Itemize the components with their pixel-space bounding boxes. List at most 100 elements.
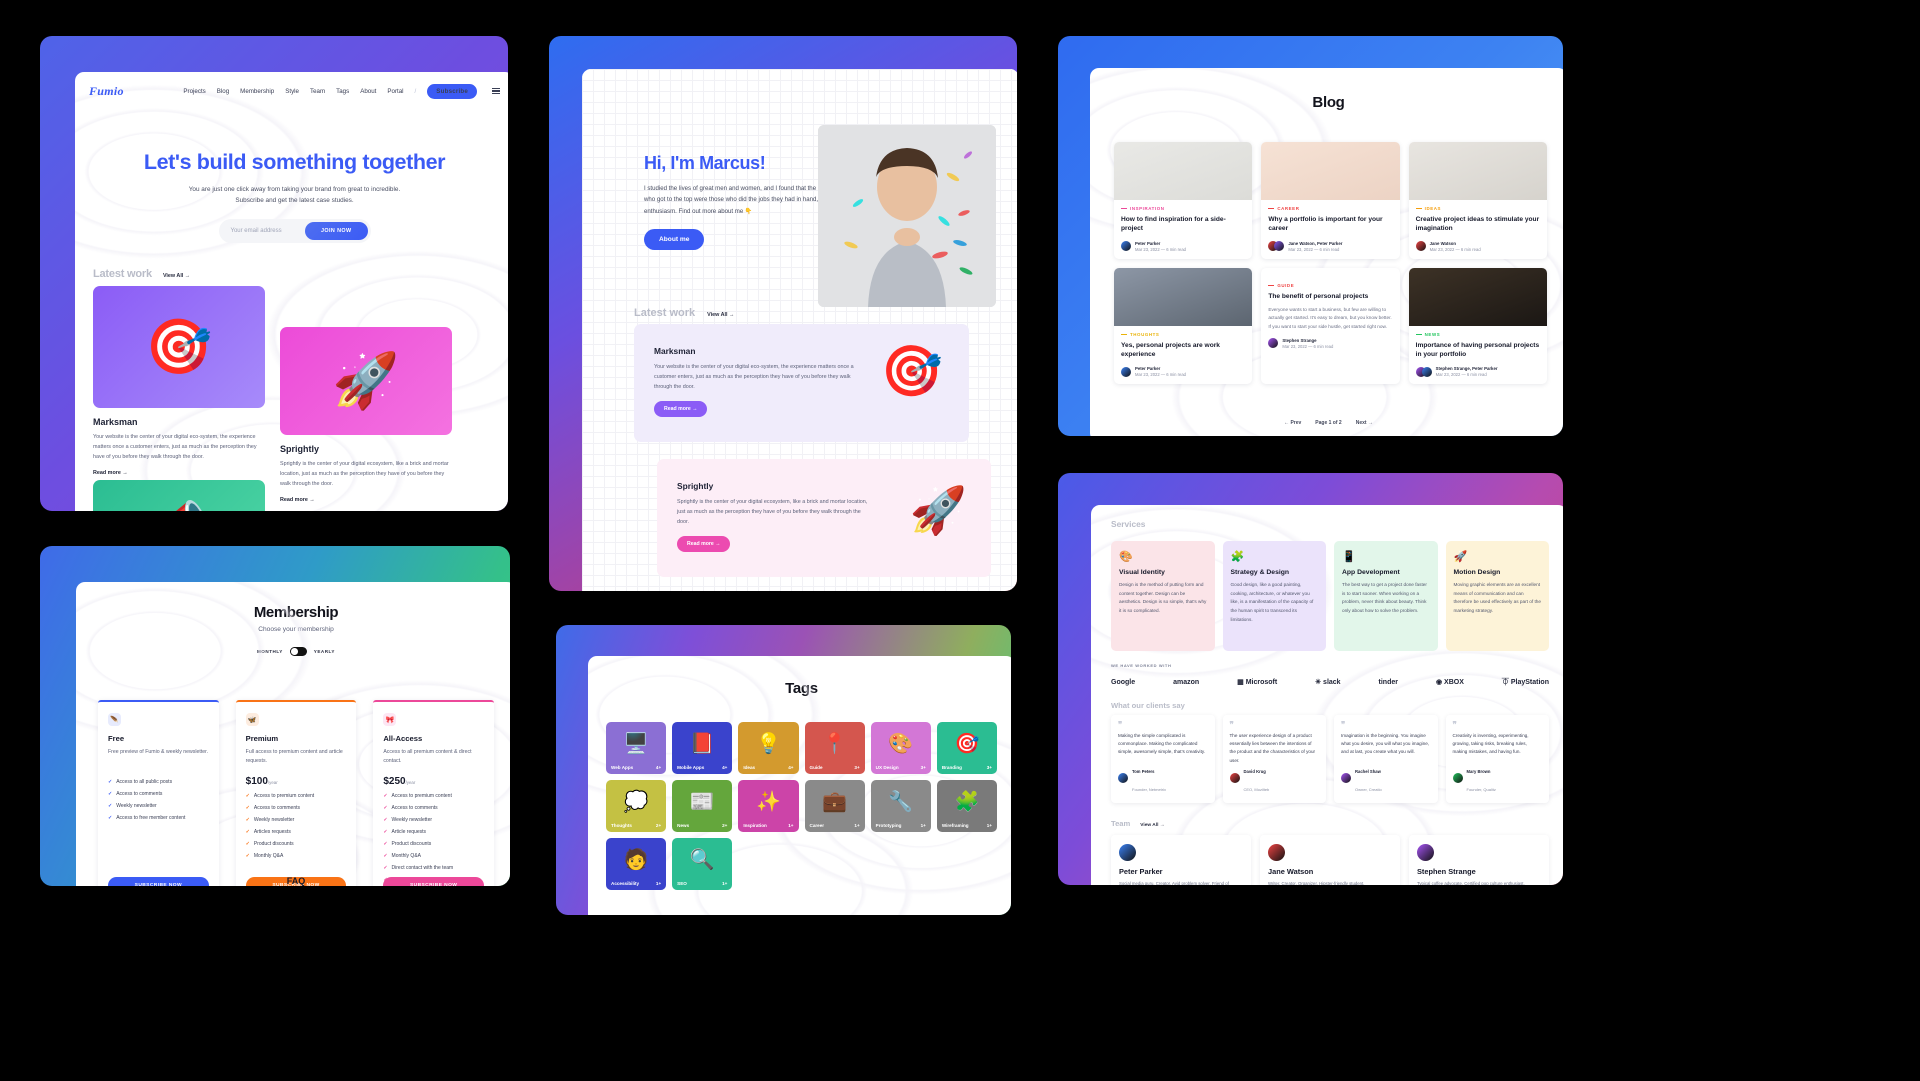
testimonial-card[interactable]: ❞ Creativity is inventing, experimenting…	[1445, 715, 1549, 803]
post-title[interactable]: Importance of having personal projects i…	[1416, 341, 1540, 360]
tag-card[interactable]: 🔧 Prototyping 1+	[870, 780, 931, 832]
toggle-monthly-label[interactable]: MONTHLY	[257, 649, 283, 654]
post-title[interactable]: Creative project ideas to stimulate your…	[1416, 215, 1540, 234]
post-title[interactable]: Yes, personal projects are work experien…	[1121, 341, 1245, 360]
toggle-yearly-label[interactable]: YEARLY	[314, 649, 335, 654]
nav-item-membership[interactable]: Membership	[240, 88, 274, 95]
team-card[interactable]: Jane Watson Writer. Creator. Organizer. …	[1260, 835, 1400, 885]
check-icon: ✓	[383, 864, 388, 871]
home-hero: Let's build something together You are j…	[75, 150, 508, 244]
work-card-third[interactable]: 📣	[93, 480, 265, 511]
tag-count: 1+	[920, 823, 926, 828]
post-kicker[interactable]: CAREER	[1268, 206, 1392, 211]
post-kicker[interactable]: IDEAS	[1416, 206, 1540, 211]
membership-title: Membership	[253, 604, 339, 621]
team-card[interactable]: Stephen Strange Typical coffee advocate.…	[1409, 835, 1549, 885]
check-icon: ✓	[383, 852, 388, 859]
about-work-card-sprightly[interactable]: Sprightly Sprightly is the center of you…	[657, 459, 991, 577]
tag-card[interactable]: 🖥️ Web Apps 4+	[606, 722, 667, 774]
work-card-sprightly[interactable]: 🚀 Sprightly Sprightly is the center of y…	[280, 327, 452, 503]
post-kicker[interactable]: THOUGHTS	[1121, 332, 1245, 337]
next-page-button[interactable]: Next →	[1356, 420, 1373, 426]
tag-label: Inspiration	[743, 823, 767, 828]
blog-card[interactable]: NEWS Importance of having personal proje…	[1408, 267, 1547, 385]
testimonial-card[interactable]: ❞ The user experience design of a produc…	[1222, 715, 1326, 803]
service-title: App Development	[1342, 569, 1400, 576]
plan-card-premium[interactable]: 🦋 Premium Full access to premium content…	[235, 700, 357, 886]
join-now-button[interactable]: JOIN NOW	[305, 222, 368, 241]
tag-count: 4+	[655, 765, 662, 770]
nav-item-about[interactable]: About	[360, 88, 376, 95]
tag-card[interactable]: ✨ Inspiration 1+	[738, 780, 799, 832]
nav-item-tags[interactable]: Tags	[336, 88, 349, 95]
tag-card[interactable]: 📍 Guide 3+	[804, 722, 865, 774]
team-view-all-link[interactable]: View All →	[1140, 823, 1164, 828]
post-kicker[interactable]: NEWS	[1416, 332, 1540, 337]
tag-card[interactable]: 🧩 Wireframing 1+	[936, 780, 997, 832]
read-more-button[interactable]: Read more →	[677, 536, 731, 552]
testimonial-card[interactable]: ❞ Imagination is the beginning. You imag…	[1334, 715, 1438, 803]
blog-card[interactable]: THOUGHTS Yes, personal projects are work…	[1114, 267, 1253, 385]
post-readtime: 6 min read	[1319, 246, 1340, 252]
nav-item-team[interactable]: Team	[310, 88, 325, 95]
read-more-link[interactable]: Read more →	[280, 497, 452, 503]
read-more-button[interactable]: Read more →	[654, 401, 708, 417]
team-card[interactable]: Peter Parker Social media guru. Creator.…	[1111, 835, 1251, 885]
plan-name: Free	[108, 734, 125, 743]
blog-card[interactable]: IDEAS Creative project ideas to stimulat…	[1408, 142, 1547, 259]
post-kicker[interactable]: GUIDE	[1268, 283, 1392, 288]
plan-card-free[interactable]: 🪶 Free Free preview of Fumio & weekly ne…	[98, 700, 219, 886]
about-panel: Hi, I'm Marcus! I studied the lives of g…	[549, 36, 1017, 591]
email-input[interactable]: Your email address	[222, 228, 306, 234]
about-me-button[interactable]: About me	[644, 228, 705, 250]
tag-card[interactable]: 🔍 SEO 1+	[672, 838, 733, 890]
blog-card[interactable]: INSPIRATION How to find inspiration for …	[1114, 142, 1253, 259]
view-all-link[interactable]: View All →	[163, 273, 190, 279]
brand-logo-amazon: amazon	[1173, 678, 1200, 686]
hamburger-menu-icon[interactable]	[492, 87, 500, 95]
tag-card[interactable]: 🎯 Branding 3+	[936, 722, 997, 774]
service-card[interactable]: 📱 App Development The best way to get a …	[1334, 541, 1438, 651]
plan-card-all-access[interactable]: 🎀 All-Access Access to all premium conte…	[373, 700, 494, 886]
blog-card[interactable]: CAREER Why a portfolio is important for …	[1261, 142, 1400, 259]
tag-icon: 📰	[689, 790, 715, 813]
tag-card[interactable]: 💭 Thoughts 2+	[606, 780, 667, 832]
tag-card[interactable]: 📰 News 2+	[672, 780, 733, 832]
read-more-link[interactable]: Read more →	[93, 470, 265, 476]
tag-card[interactable]: 📕 Mobile Apps 4+	[672, 722, 733, 774]
tag-icon: ✨	[755, 790, 781, 813]
testimonial-card[interactable]: ❞ Making the simple complicated is commo…	[1111, 715, 1215, 803]
slack-icon: ✳	[1315, 679, 1322, 686]
prev-page-button[interactable]: ← Prev	[1284, 420, 1301, 426]
testimonial-text: Making the simple complicated is commonp…	[1118, 732, 1206, 755]
subscribe-button[interactable]: Subscribe	[427, 83, 477, 99]
post-title[interactable]: The benefit of personal projects	[1268, 292, 1392, 301]
brand-logos: Google amazon ▦ Microsoft ✳ slack tinder ◉…	[1111, 677, 1549, 687]
tag-card[interactable]: 💡 Ideas 4+	[738, 722, 799, 774]
service-card[interactable]: 🧩 Strategy & Design Good design, like a …	[1222, 541, 1326, 651]
avatar	[1118, 773, 1128, 783]
nav-item-blog[interactable]: Blog	[217, 88, 229, 95]
billing-toggle[interactable]: MONTHLY YEARLY	[76, 647, 510, 656]
tag-card[interactable]: 🎨 UX Design 3+	[870, 722, 931, 774]
tag-card[interactable]: 🧑 Accessibility 1+	[606, 838, 667, 890]
work-card-marksman[interactable]: 🎯 Marksman Your website is the center of…	[93, 286, 265, 476]
site-logo[interactable]: Fumio	[89, 84, 124, 99]
post-authors: Jane Watson	[1429, 240, 1456, 246]
nav-item-style[interactable]: Style	[285, 88, 299, 95]
post-title[interactable]: How to find inspiration for a side-proje…	[1121, 215, 1245, 234]
nav-item-projects[interactable]: Projects	[183, 88, 205, 95]
rocket-icon: 🚀	[332, 350, 400, 411]
post-kicker[interactable]: INSPIRATION	[1121, 206, 1245, 211]
nav-item-portal[interactable]: Portal	[387, 88, 403, 95]
worked-with-label: WE HAVE WORKED WITH	[1111, 663, 1172, 668]
target-icon: 🎯	[880, 343, 943, 399]
service-card[interactable]: 🎨 Visual Identity Design is the method o…	[1111, 541, 1215, 651]
service-card[interactable]: 🚀 Motion Design Moving graphic elements …	[1445, 541, 1549, 651]
about-work-card-marksman[interactable]: Marksman Your website is the center of y…	[634, 324, 969, 442]
view-all-link[interactable]: View All →	[707, 312, 734, 318]
blog-card-featured[interactable]: GUIDE The benefit of personal projects E…	[1261, 267, 1400, 385]
post-title[interactable]: Why a portfolio is important for your ca…	[1268, 215, 1392, 234]
billing-switch[interactable]	[289, 647, 307, 656]
tag-card[interactable]: 💼 Career 1+	[804, 780, 865, 832]
